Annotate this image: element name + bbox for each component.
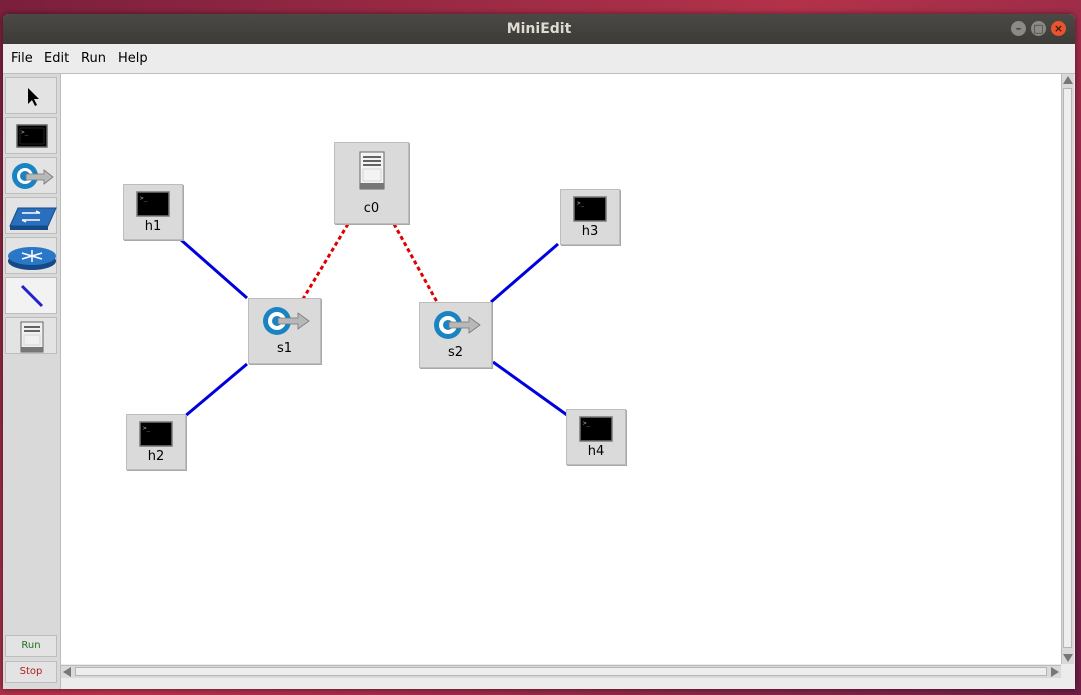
title-bar[interactable]: MiniEdit – □ × [3, 14, 1075, 44]
node-label: s2 [447, 345, 464, 360]
miniedit-window: MiniEdit – □ × File Edit Run Help >_ Run… [3, 14, 1075, 689]
select-tool[interactable] [5, 77, 57, 114]
scroll-up-arrow-icon[interactable] [1063, 76, 1073, 84]
control-link-c0-s2[interactable] [392, 223, 439, 303]
terminal-icon: >_ [139, 421, 173, 447]
svg-text:>_: >_ [577, 200, 585, 207]
terminal-icon: >_ [136, 191, 170, 217]
legacy-switch-tool[interactable] [5, 197, 57, 234]
link-h3-s2[interactable] [490, 242, 559, 304]
openflow-switch-icon [434, 311, 481, 339]
node-label: c0 [363, 201, 380, 216]
node-label: h2 [147, 449, 165, 464]
window-title: MiniEdit [506, 21, 572, 37]
tool-palette: >_ Run Stop [3, 74, 61, 689]
host-node-h2[interactable]: >_ h2 [126, 414, 186, 470]
svg-text:>_: >_ [583, 420, 591, 427]
stop-button[interactable]: Stop [5, 661, 57, 683]
menu-file[interactable]: File [11, 51, 33, 66]
legacy-switch-icon [9, 207, 57, 230]
scroll-down-arrow-icon[interactable] [1063, 654, 1073, 662]
openflow-switch-icon [263, 307, 310, 335]
server-icon [20, 321, 44, 353]
vertical-scrollbar[interactable] [1061, 74, 1074, 664]
node-label: h3 [581, 224, 599, 239]
svg-text:>_: >_ [21, 129, 29, 136]
link-line-icon [20, 284, 44, 308]
pointer-arrow-icon [28, 88, 39, 106]
node-label: h1 [144, 219, 162, 234]
menu-bar: File Edit Run Help [3, 44, 1075, 74]
host-node-h4[interactable]: >_ h4 [566, 409, 626, 465]
router-icon [8, 247, 56, 270]
svg-text:>_: >_ [140, 195, 148, 202]
link-tool[interactable] [5, 277, 57, 314]
host-tool[interactable]: >_ [5, 117, 57, 154]
terminal-icon: >_ [573, 196, 607, 222]
controller-node-c0[interactable]: c0 [334, 142, 409, 224]
horizontal-scroll-thumb[interactable] [75, 667, 1047, 676]
switch-node-s1[interactable]: s1 [248, 298, 321, 364]
host-node-h3[interactable]: >_ h3 [560, 189, 620, 245]
maximize-button[interactable]: □ [1031, 21, 1046, 36]
openflow-switch-icon [12, 163, 54, 189]
switch-tool[interactable] [5, 157, 57, 194]
server-icon [359, 151, 385, 190]
run-button[interactable]: Run [5, 635, 57, 657]
link-h2-s1[interactable] [183, 362, 248, 419]
controller-tool[interactable] [5, 317, 57, 354]
control-link-c0-s1[interactable] [301, 223, 350, 300]
link-h1-s1[interactable] [179, 237, 248, 300]
menu-edit[interactable]: Edit [44, 51, 69, 66]
link-h4-s2[interactable] [492, 360, 568, 417]
links-layer [179, 223, 568, 419]
node-label: s1 [276, 341, 293, 356]
menu-help[interactable]: Help [118, 51, 148, 66]
router-tool[interactable] [5, 237, 57, 274]
switch-node-s2[interactable]: s2 [419, 302, 492, 368]
host-node-h1[interactable]: >_ h1 [123, 184, 183, 240]
terminal-icon: >_ [579, 416, 613, 442]
menu-run[interactable]: Run [81, 51, 106, 66]
vertical-scroll-thumb[interactable] [1063, 88, 1072, 648]
topology-canvas[interactable]: >_ h1 >_ h2 >_ h3 >_ h4 s1 s2 c0 [61, 74, 1061, 664]
terminal-icon: >_ [16, 124, 48, 148]
close-button[interactable]: × [1051, 21, 1066, 36]
horizontal-scrollbar[interactable] [61, 665, 1061, 678]
scroll-left-arrow-icon[interactable] [63, 667, 71, 677]
svg-text:>_: >_ [143, 425, 151, 432]
minimize-button[interactable]: – [1011, 21, 1026, 36]
scroll-right-arrow-icon[interactable] [1051, 667, 1059, 677]
node-label: h4 [587, 444, 605, 459]
